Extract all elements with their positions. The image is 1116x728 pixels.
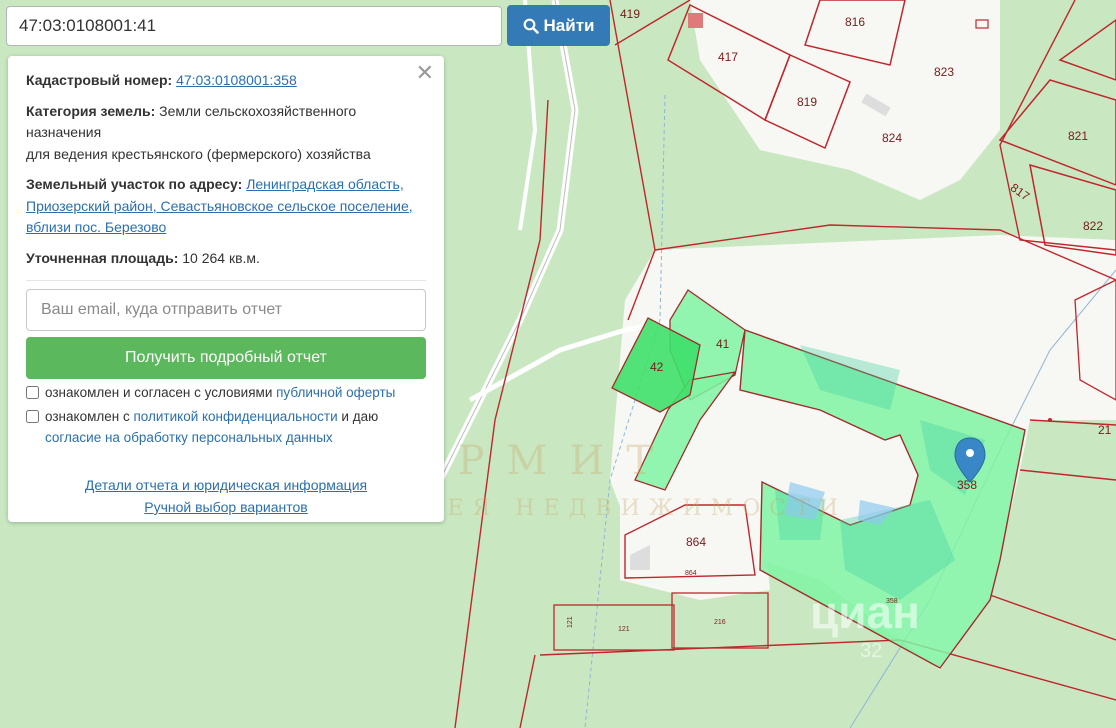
panel-footer: Детали отчета и юридическая информация Р…: [26, 474, 426, 518]
cadastral-search-input[interactable]: [6, 6, 502, 46]
site-watermark-id: 32: [860, 640, 883, 662]
area-row: Уточненная площадь: 10 264 кв.м.: [26, 248, 426, 270]
search-icon: [523, 18, 539, 34]
offer-consent-checkbox[interactable]: [26, 386, 39, 399]
get-report-button[interactable]: Получить подробный отчет: [26, 337, 426, 379]
offer-consent-row[interactable]: ознакомлен и согласен с условиями публич…: [26, 382, 426, 403]
address-row: Земельный участок по адресу: Ленинградск…: [26, 174, 426, 239]
address-label: Земельный участок по адресу:: [26, 176, 243, 192]
land-use-value: для ведения крестьянского (фермерского) …: [26, 145, 371, 162]
label-864-small: 864: [685, 570, 697, 577]
label-42: 42: [650, 360, 664, 374]
offer-consent-text: ознакомлен и согласен с условиями: [45, 385, 273, 400]
label-21: 21: [1098, 423, 1112, 437]
privacy-consent-text-a: ознакомлен с: [45, 409, 130, 424]
land-category-label: Категория земель:: [26, 102, 156, 119]
label-864: 864: [686, 535, 706, 549]
label-417: 417: [718, 50, 738, 64]
privacy-consent-checkbox[interactable]: [26, 410, 39, 423]
label-823: 823: [934, 65, 954, 79]
building: [688, 13, 703, 28]
parcel-info-panel: ✕ Кадастровый номер: 47:03:0108001:358 К…: [8, 56, 444, 522]
label-816: 816: [845, 15, 865, 29]
land-category-row: Категория земель: Земли сельскохозяйстве…: [26, 101, 426, 166]
area-label: Уточненная площадь:: [26, 249, 179, 266]
label-121: 121: [618, 626, 630, 633]
cadastral-number-row: Кадастровый номер: 47:03:0108001:358: [26, 70, 426, 92]
cadastral-number-label: Кадастровый номер:: [26, 72, 173, 88]
search-button[interactable]: Найти: [507, 5, 610, 46]
label-824: 824: [882, 131, 902, 145]
survey-point: [1048, 418, 1052, 422]
personal-data-consent-link[interactable]: согласие на обработку персональных данны…: [45, 430, 333, 445]
label-41: 41: [716, 337, 730, 351]
email-field[interactable]: [26, 289, 426, 331]
label-822: 822: [1083, 219, 1103, 233]
label-819: 819: [797, 95, 817, 109]
label-419: 419: [620, 7, 640, 21]
manual-selection-link[interactable]: Ручной выбор вариантов: [144, 499, 308, 515]
site-watermark: циан: [810, 586, 920, 638]
report-details-link[interactable]: Детали отчета и юридическая информация: [85, 477, 367, 493]
public-offer-link[interactable]: публичной оферты: [276, 385, 395, 400]
divider: [26, 280, 426, 281]
close-icon[interactable]: ✕: [416, 62, 434, 84]
cadastral-number-link[interactable]: 47:03:0108001:358: [176, 72, 297, 88]
label-216: 216: [714, 619, 726, 626]
area-value: 10 264 кв.м.: [182, 249, 260, 266]
privacy-policy-link[interactable]: политикой конфиденциальности: [133, 409, 337, 424]
label-358: 358: [957, 478, 977, 492]
privacy-consent-text-b: и даю: [341, 409, 379, 424]
privacy-consent-row[interactable]: ознакомлен с политикой конфиденциальност…: [26, 406, 426, 448]
search-button-label: Найти: [543, 15, 595, 35]
label-821: 821: [1068, 129, 1088, 143]
label-121-side: 121: [567, 616, 574, 628]
